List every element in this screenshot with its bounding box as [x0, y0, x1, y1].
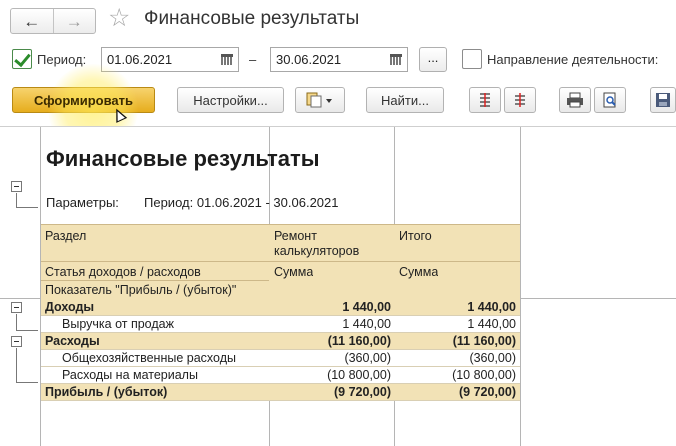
- forward-arrow-icon[interactable]: →: [52, 9, 96, 33]
- row-value-col1: (360,00): [344, 351, 391, 365]
- generate-button[interactable]: Сформировать: [12, 64, 155, 154]
- date-to-value: 30.06.2021: [276, 52, 342, 67]
- favorite-star-icon[interactable]: ☆: [108, 6, 130, 31]
- collapse-groups-icon[interactable]: [504, 87, 536, 113]
- header-col1-sum: Сумма: [274, 265, 314, 279]
- direction-checkbox[interactable]: [462, 49, 482, 69]
- settings-button[interactable]: Настройки...: [177, 87, 284, 113]
- row-value-col2: 1 440,00: [467, 317, 516, 331]
- report-params-label: Параметры:: [46, 195, 119, 210]
- row-value-col1: (9 720,00): [334, 385, 391, 399]
- header-col2-sum: Сумма: [399, 265, 439, 279]
- header-col1-line1: Ремонт: [274, 229, 317, 243]
- calendar-icon[interactable]: [385, 48, 407, 71]
- variant-menu-button[interactable]: [295, 87, 345, 113]
- expand-groups-icon[interactable]: [469, 87, 501, 113]
- select-period-button[interactable]: ...: [419, 47, 447, 72]
- period-dash: –: [249, 52, 257, 67]
- date-to-field[interactable]: 30.06.2021: [270, 47, 408, 72]
- grid-line: [520, 127, 521, 446]
- row-value-col2: 1 440,00: [467, 300, 516, 314]
- row-value-col2: (10 800,00): [452, 368, 516, 382]
- row-label: Общехозяйственные расходы: [62, 351, 236, 365]
- group-collapse-icon[interactable]: [11, 181, 22, 192]
- row-value-col1: 1 440,00: [342, 300, 391, 314]
- period-checkbox[interactable]: [12, 49, 32, 69]
- row-value-col1: (10 800,00): [327, 368, 391, 382]
- report-params-value: Период: 01.06.2021 - 30.06.2021: [144, 195, 339, 210]
- row-label: Прибыль / (убыток): [45, 385, 168, 399]
- header-col2: Итого: [399, 229, 432, 243]
- header-indicator: Показатель "Прибыль / (убыток)": [45, 283, 237, 297]
- date-from-field[interactable]: 01.06.2021: [101, 47, 239, 72]
- header-col1-line2: калькуляторов: [274, 244, 360, 258]
- report-variant-icon: [306, 92, 332, 108]
- date-from-value: 01.06.2021: [107, 52, 173, 67]
- generate-button-label: Сформировать: [33, 92, 134, 108]
- group-collapse-icon[interactable]: [11, 336, 22, 347]
- calendar-icon[interactable]: [216, 48, 238, 71]
- window-title: Финансовые результаты: [144, 8, 360, 29]
- row-value-col2: (360,00): [469, 351, 516, 365]
- print-icon[interactable]: [559, 87, 591, 113]
- report-title: Финансовые результаты: [46, 146, 320, 171]
- row-value-col2: (11 160,00): [452, 334, 516, 348]
- row-label: Расходы на материалы: [62, 368, 198, 382]
- group-collapse-icon[interactable]: [11, 302, 22, 313]
- row-value-col1: 1 440,00: [342, 317, 391, 331]
- period-label: Период:: [37, 52, 87, 67]
- row-label: Расходы: [45, 334, 100, 348]
- print-preview-icon[interactable]: [594, 87, 626, 113]
- back-arrow-icon[interactable]: ←: [11, 9, 53, 33]
- header-article: Статья доходов / расходов: [45, 265, 201, 279]
- row-label: Доходы: [45, 300, 95, 314]
- direction-label: Направление деятельности:: [487, 52, 659, 67]
- header-section: Раздел: [45, 229, 87, 243]
- save-icon[interactable]: [650, 87, 676, 113]
- row-value-col1: (11 160,00): [327, 334, 391, 348]
- row-label: Выручка от продаж: [62, 317, 174, 331]
- navigation-buttons: ← →: [10, 8, 96, 34]
- row-value-col2: (9 720,00): [459, 385, 516, 399]
- find-button[interactable]: Найти...: [366, 87, 444, 113]
